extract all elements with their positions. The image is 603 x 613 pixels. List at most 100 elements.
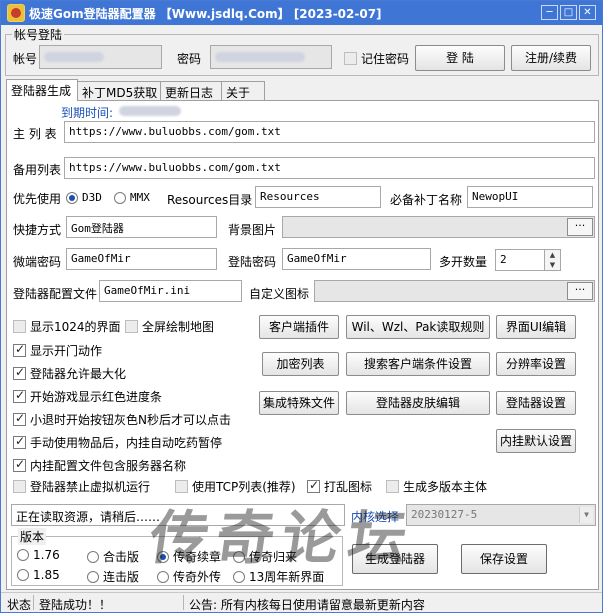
micro-key-label: 微端密码 (13, 255, 62, 269)
tab-about[interactable]: 关于 (221, 81, 265, 101)
custom-icon-browse-button[interactable]: ··· (567, 282, 593, 300)
version-group-label: 版本 (18, 528, 47, 545)
statusbar-message: 登陆成功！！ (39, 598, 112, 612)
custom-icon-input[interactable] (314, 280, 595, 302)
close-button[interactable]: ✕ (579, 5, 596, 20)
config-file-input[interactable]: GameOfMir.ini (99, 280, 242, 302)
option-no-vm-checkbox[interactable]: 登陆器禁止虚拟机运行 (13, 478, 150, 495)
account-group-label: 帐号登陆 (12, 26, 65, 43)
launcher-settings-button[interactable]: 登陆器设置 (496, 391, 576, 415)
redacted-username (44, 52, 104, 62)
bg-image-input[interactable] (282, 216, 595, 238)
option-maximize-label: 登陆器允许最大化 (30, 367, 127, 381)
option-no-vm-box[interactable] (13, 480, 26, 493)
resolution-button[interactable]: 分辨率设置 (496, 352, 576, 376)
kernel-select[interactable]: 20230127-5 ▼ (406, 504, 596, 526)
shortcut-input[interactable]: Gom登陆器 (66, 216, 217, 238)
expire-label: 到期时间: (61, 106, 114, 120)
priority-label: 优先使用 (13, 192, 62, 206)
register-button[interactable]: 注册/续费 (511, 45, 591, 71)
client-plugin-button[interactable]: 客户端插件 (259, 315, 339, 339)
redacted-expire-date (119, 106, 181, 116)
skin-edit-button[interactable]: 登陆器皮肤编辑 (346, 391, 490, 415)
minimize-button[interactable]: ─ (541, 5, 558, 20)
tab-generate[interactable]: 登陆器生成 (6, 79, 78, 101)
option-maximize-box[interactable] (13, 365, 26, 380)
remember-password-checkbox[interactable]: 记住密码 (344, 50, 409, 67)
version-185-radio[interactable]: 1.85 (17, 568, 60, 582)
option-red-progress-checkbox[interactable]: 开始游戏显示红色进度条 (13, 388, 162, 405)
option-gray-button-checkbox[interactable]: 小退时开始按钮灰色N秒后才可以点击 (13, 411, 231, 428)
resources-input[interactable]: Resources (255, 186, 381, 208)
login-key-label: 登陆密码 (228, 255, 277, 269)
chevron-down-icon[interactable]: ▼ (579, 507, 593, 523)
priority-d3d-dot[interactable] (66, 191, 78, 204)
integrate-files-button[interactable]: 集成特殊文件 (259, 391, 339, 415)
window-title: 极速Gom登陆器配置器 【Www.jsdlq.Com】 [2023-02-07] (29, 7, 382, 21)
username-label: 帐号 (13, 52, 38, 66)
status-bar: 状态 登陆成功！！ 公告: 所有内核每日使用请留意最新更新内容 (1, 592, 602, 612)
option-door-anim-checkbox[interactable]: 显示开门动作 (13, 342, 102, 359)
resources-label: Resources目录 (167, 193, 253, 207)
option-red-progress-label: 开始游戏显示红色进度条 (30, 390, 163, 404)
username-input[interactable] (39, 45, 162, 69)
option-gray-button-box[interactable] (13, 411, 26, 426)
watermark-logo: 传奇论坛 (145, 504, 420, 572)
app-window: 极速Gom登陆器配置器 【Www.jsdlq.Com】 [2023-02-07]… (0, 0, 603, 613)
version-heji-dot[interactable] (87, 550, 99, 563)
priority-d3d-radio[interactable]: D3D (66, 191, 102, 204)
priority-d3d-label: D3D (82, 191, 102, 204)
option-door-anim-box[interactable] (13, 342, 26, 357)
bg-image-browse-button[interactable]: ··· (567, 218, 593, 236)
option-fullscreen-map-box[interactable] (125, 320, 138, 333)
plugin-default-button[interactable]: 内挂默认设置 (496, 429, 576, 453)
multi-open-spinner[interactable]: ▲ ▼ (544, 249, 561, 271)
encrypt-list-button[interactable]: 加密列表 (262, 352, 339, 376)
version-176-dot[interactable] (17, 549, 29, 561)
option-pause-potion-box[interactable] (13, 434, 26, 449)
statusbar-notice: 公告: 所有内核每日使用请留意最新更新内容 (189, 598, 425, 612)
save-button[interactable]: 保存设置 (461, 544, 547, 574)
option-pause-potion-checkbox[interactable]: 手动使用物品后，内挂自动吃药暂停 (13, 434, 222, 451)
remember-password-box[interactable] (344, 52, 357, 65)
backup-list-input[interactable]: https://www.buluobbs.com/gom.txt (64, 157, 595, 179)
version-185-dot[interactable] (17, 569, 29, 581)
required-patch-input[interactable]: NewopUI (467, 186, 593, 208)
option-maximize-checkbox[interactable]: 登陆器允许最大化 (13, 365, 126, 382)
password-input[interactable] (210, 45, 332, 69)
main-list-input[interactable]: https://www.buluobbs.com/gom.txt (64, 121, 595, 143)
option-1024-box[interactable] (13, 320, 26, 333)
version-176-radio[interactable]: 1.76 (17, 548, 60, 562)
required-patch-label: 必备补丁名称 (390, 193, 463, 207)
multi-open-input[interactable]: 2 (495, 249, 545, 271)
password-label: 密码 (177, 52, 202, 66)
statusbar-divider (183, 595, 184, 610)
tab-changelog[interactable]: 更新日志 (160, 81, 222, 101)
micro-key-input[interactable]: GameOfMir (66, 248, 217, 270)
version-185-label: 1.85 (33, 568, 60, 582)
tab-md5[interactable]: 补丁MD5获取 (77, 81, 161, 101)
option-fullscreen-map-checkbox[interactable]: 全屏绘制地图 (125, 318, 214, 335)
login-key-input[interactable]: GameOfMir (282, 248, 431, 270)
wil-rules-button[interactable]: Wil、Wzl、Pak读取规则 (346, 315, 490, 339)
option-red-progress-box[interactable] (13, 388, 26, 403)
multi-open-label: 多开数量 (439, 255, 488, 269)
option-1024-label: 显示1024的界面 (30, 320, 121, 334)
option-server-name-box[interactable] (13, 457, 26, 472)
maximize-button[interactable]: □ (560, 5, 577, 20)
version-lianji-dot[interactable] (87, 570, 99, 583)
version-lianji-radio[interactable]: 连击版 (87, 568, 139, 585)
search-client-button[interactable]: 搜索客户端条件设置 (346, 352, 490, 376)
option-1024-checkbox[interactable]: 显示1024的界面 (13, 318, 121, 335)
option-door-anim-label: 显示开门动作 (30, 344, 103, 358)
version-heji-radio[interactable]: 合击版 (87, 548, 139, 565)
version-lianji-label: 连击版 (103, 570, 140, 584)
option-server-name-checkbox[interactable]: 内挂配置文件包含服务器名称 (13, 457, 186, 474)
login-button[interactable]: 登 陆 (415, 45, 505, 71)
title-bar: 极速Gom登陆器配置器 【Www.jsdlq.Com】 [2023-02-07]… (1, 1, 602, 25)
statusbar-label: 状态 (7, 598, 32, 612)
priority-mmx-dot[interactable] (114, 191, 126, 204)
ui-edit-button[interactable]: 界面UI编辑 (496, 315, 576, 339)
priority-mmx-radio[interactable]: MMX (114, 191, 150, 204)
version-heji-label: 合击版 (103, 550, 140, 564)
